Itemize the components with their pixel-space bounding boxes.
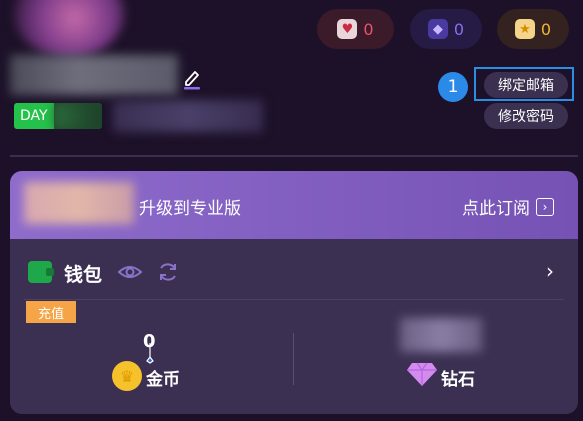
coin-icon: ♛ (112, 361, 142, 391)
upgrade-banner[interactable]: 升级到专业版 点此订阅 › (10, 171, 578, 239)
wallet-card: 升级到专业版 点此订阅 › 钱包 › 充值 0 ♛ 金币 钻石 (10, 171, 578, 414)
divider (10, 155, 578, 157)
diamond-icon (407, 362, 437, 386)
day-value (53, 103, 102, 129)
likes-count: 0 (363, 19, 374, 39)
username (10, 55, 178, 95)
likes-pill[interactable]: ♥ 0 (317, 9, 394, 49)
heart-icon: ♥ (337, 19, 358, 39)
refresh-icon[interactable] (156, 260, 180, 284)
eye-icon[interactable] (117, 261, 143, 283)
mid-divider (293, 333, 294, 385)
wallet-icon (28, 261, 54, 283)
subscribe-label: 点此订阅 (462, 199, 530, 219)
day-label: DAY (14, 103, 54, 129)
gems-pill[interactable]: ◆ 0 (410, 9, 482, 49)
chevron-right-icon[interactable]: › (546, 259, 554, 283)
edit-icon[interactable] (183, 68, 201, 90)
subscribe-link[interactable]: 点此订阅 › (462, 194, 554, 219)
gems-count: 0 (453, 19, 465, 39)
recharge-button[interactable]: 充值 (26, 301, 76, 323)
diamond-label: 钻石 (441, 370, 475, 390)
bind-email-button[interactable]: 绑定邮箱 (484, 72, 568, 98)
diamond-value (400, 318, 482, 352)
gem-icon: ◆ (427, 19, 448, 39)
change-password-button[interactable]: 修改密码 (484, 103, 568, 129)
upgrade-text: 升级到专业版 (139, 199, 241, 219)
star-icon: ★ (514, 19, 535, 39)
wallet-title: 钱包 (64, 264, 103, 286)
chevron-right-icon: › (536, 197, 554, 216)
stars-pill[interactable]: ★ 0 (497, 9, 569, 49)
inner-divider (24, 299, 564, 300)
gold-label: 金币 (146, 370, 180, 390)
day-badge: DAY (14, 103, 102, 129)
stars-count: 0 (540, 19, 552, 39)
cursor-icon (146, 343, 154, 364)
profile-level-info (113, 100, 263, 132)
upgrade-thumbnail (24, 182, 134, 224)
avatar[interactable] (14, 0, 124, 58)
step-badge: 1 (438, 72, 468, 102)
